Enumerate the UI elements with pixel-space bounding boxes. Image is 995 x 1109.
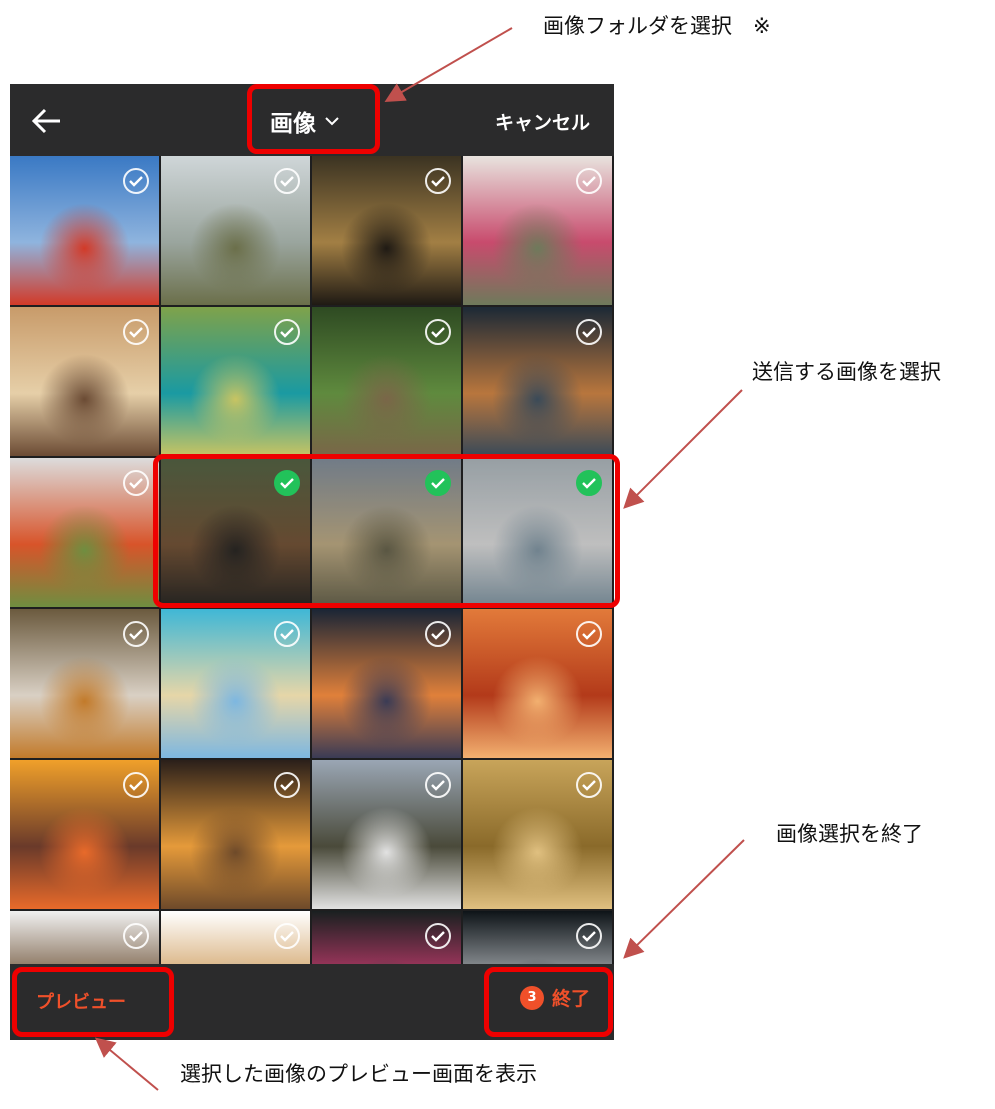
annotation-select-images: 送信する画像を選択 — [752, 360, 941, 384]
photo-thumbnail-pink-flowers-dark[interactable] — [312, 911, 461, 964]
photo-thumbnail-eagle-wing[interactable] — [10, 911, 159, 964]
annotation-preview: 選択した画像のプレビュー画面を表示 — [180, 1062, 537, 1086]
checkmark-selected-icon[interactable] — [576, 470, 602, 496]
checkmark-unselected-icon[interactable] — [425, 772, 451, 798]
photo-thumbnail-venice-canal[interactable] — [10, 307, 159, 456]
highlight-preview-button — [12, 967, 174, 1037]
annotation-folder: 画像フォルダを選択 ※ — [543, 14, 771, 38]
checkmark-selected-icon[interactable] — [425, 470, 451, 496]
photo-thumbnail-palm-trees[interactable] — [161, 156, 310, 305]
photo-thumbnail-lynx-in-forest[interactable] — [312, 307, 461, 456]
checkmark-unselected-icon[interactable] — [123, 621, 149, 647]
photo-thumbnail-husky-dog[interactable] — [10, 609, 159, 758]
checkmark-unselected-icon[interactable] — [425, 319, 451, 345]
photo-thumbnail-tree-starry-night[interactable] — [312, 609, 461, 758]
checkmark-unselected-icon[interactable] — [274, 319, 300, 345]
checkmark-unselected-icon[interactable] — [274, 772, 300, 798]
photo-thumbnail-tropical-boat[interactable] — [161, 609, 310, 758]
arrow-left-icon — [31, 108, 60, 134]
photo-thumbnail-golden-gate-bridge[interactable] — [463, 609, 612, 758]
checkmark-unselected-icon[interactable] — [425, 923, 451, 949]
back-button[interactable] — [28, 102, 66, 140]
photo-thumbnail-deer-mountains[interactable] — [312, 760, 461, 909]
checkmark-selected-icon[interactable] — [274, 470, 300, 496]
photo-thumbnail-vintage-car[interactable] — [161, 760, 310, 909]
checkmark-unselected-icon[interactable] — [274, 168, 300, 194]
photo-thumbnail-giraffes[interactable] — [161, 911, 310, 964]
highlight-selected-photos — [153, 454, 620, 608]
photo-thumbnail-bee-eater-birds[interactable] — [161, 307, 310, 456]
checkmark-unselected-icon[interactable] — [274, 923, 300, 949]
photo-thumbnail-sunset-palms[interactable] — [10, 760, 159, 909]
checkmark-unselected-icon[interactable] — [576, 772, 602, 798]
highlight-finish-button — [484, 967, 613, 1037]
checkmark-unselected-icon[interactable] — [576, 319, 602, 345]
checkmark-unselected-icon[interactable] — [123, 923, 149, 949]
arrow-to-finish — [623, 839, 745, 959]
photo-thumbnail-heron-dark[interactable] — [463, 911, 612, 964]
checkmark-unselected-icon[interactable] — [123, 772, 149, 798]
annotation-finish: 画像選択を終了 — [776, 822, 923, 846]
checkmark-unselected-icon[interactable] — [576, 923, 602, 949]
highlight-folder-button — [247, 84, 380, 154]
photo-thumbnail-lion[interactable] — [463, 760, 612, 909]
photo-thumbnail-pink-flowers[interactable] — [463, 156, 612, 305]
checkmark-unselected-icon[interactable] — [123, 168, 149, 194]
checkmark-unselected-icon[interactable] — [123, 319, 149, 345]
checkmark-unselected-icon[interactable] — [123, 470, 149, 496]
photo-thumbnail-bulldog-harness[interactable] — [10, 458, 159, 607]
photo-thumbnail-hot-air-balloon-tulips[interactable] — [10, 156, 159, 305]
checkmark-unselected-icon[interactable] — [576, 621, 602, 647]
arrow-to-preview — [94, 1037, 159, 1091]
photo-thumbnail-abyssinian-cat[interactable] — [463, 307, 612, 456]
cancel-button[interactable]: キャンセル — [495, 108, 590, 135]
checkmark-unselected-icon[interactable] — [274, 621, 300, 647]
checkmark-unselected-icon[interactable] — [576, 168, 602, 194]
checkmark-unselected-icon[interactable] — [425, 168, 451, 194]
photo-thumbnail-bird-on-post[interactable] — [312, 156, 461, 305]
checkmark-unselected-icon[interactable] — [425, 621, 451, 647]
arrow-to-selected — [623, 389, 743, 509]
